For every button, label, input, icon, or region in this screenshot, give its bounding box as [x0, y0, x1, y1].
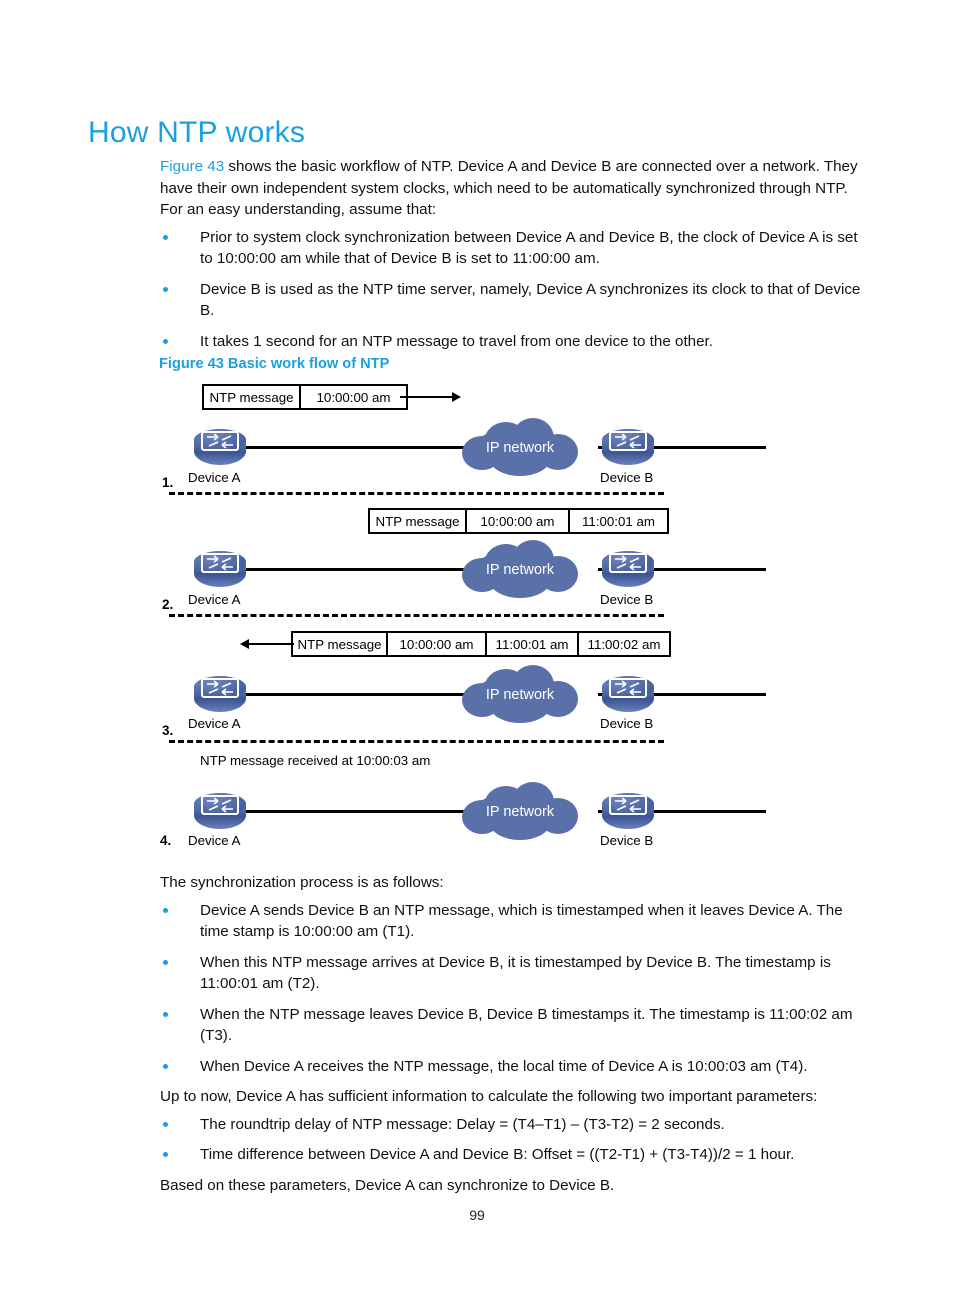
cloud-label: IP network	[485, 562, 555, 578]
conclusion-paragraph: Based on these parameters, Device A can …	[160, 1176, 615, 1194]
figure-43-diagram: NTP message 10:00:00 am Device A IP netw…	[160, 380, 860, 850]
router-icon-device-a	[194, 429, 246, 465]
device-a-label: Device A	[188, 716, 241, 731]
router-icon-device-a	[194, 793, 246, 829]
device-b-label: Device B	[600, 470, 654, 485]
process-list: Device A sends Device B an NTP message, …	[160, 900, 866, 1078]
msgbox-cell: 11:00:02 am	[577, 633, 669, 655]
process-lead-in: The synchronization process is as follow…	[160, 874, 444, 891]
diagram-step-4: NTP message received at 10:00:03 am Devi…	[160, 748, 860, 848]
step-number: 2.	[162, 597, 174, 612]
diagram-step-3: NTP message 10:00:00 am 11:00:01 am 11:0…	[160, 624, 860, 748]
arrow-shaft-right	[400, 396, 455, 398]
ntp-message-box-1: NTP message 10:00:00 am	[202, 384, 408, 410]
list-item: Time difference between Device A and Dev…	[160, 1144, 866, 1166]
ntp-message-box-3: NTP message 10:00:00 am 11:00:01 am 11:0…	[291, 631, 671, 657]
device-a-label: Device A	[188, 592, 241, 607]
figure-caption: Figure 43 Basic work flow of NTP	[159, 356, 390, 372]
list-item: When Device A receives the NTP message, …	[160, 1056, 866, 1078]
arrow-head-right-icon	[452, 392, 461, 402]
panel-divider	[169, 740, 664, 743]
msgbox-cell: 11:00:01 am	[485, 633, 577, 655]
cloud-label: IP network	[485, 804, 555, 820]
panel-divider	[169, 614, 664, 617]
list-item: Device A sends Device B an NTP message, …	[160, 900, 866, 943]
document-page: How NTP works Figure 43 shows the basic …	[0, 0, 954, 1296]
cloud-label: IP network	[485, 440, 555, 456]
process-block: The synchronization process is as follow…	[160, 872, 866, 1198]
cloud-label: IP network	[485, 687, 555, 703]
router-icon-device-a	[194, 551, 246, 587]
page-title: How NTP works	[88, 116, 306, 150]
router-arrows-icon	[201, 795, 239, 815]
msgbox-cell: 11:00:01 am	[568, 510, 667, 532]
router-icon-device-b	[602, 551, 654, 587]
panel-divider	[169, 492, 664, 495]
router-arrows-icon	[609, 678, 647, 698]
figure-43-link[interactable]: Figure 43	[160, 158, 224, 175]
router-arrows-icon	[609, 553, 647, 573]
page-number: 99	[469, 1207, 485, 1223]
msgbox-cell: NTP message	[297, 636, 382, 652]
router-arrows-icon	[609, 795, 647, 815]
device-b-label: Device B	[600, 592, 654, 607]
ntp-message-box-2: NTP message 10:00:00 am 11:00:01 am	[368, 508, 669, 534]
list-item: When this NTP message arrives at Device …	[160, 952, 866, 995]
intro-block: Figure 43 shows the basic workflow of NT…	[160, 156, 866, 361]
router-icon-device-b	[602, 793, 654, 829]
msgbox-cell: NTP message	[375, 513, 460, 529]
parameters-lead-in: Up to now, Device A has sufficient infor…	[160, 1088, 818, 1105]
step-number: 1.	[162, 475, 174, 490]
msgbox-cell: 10:00:00 am	[465, 510, 568, 532]
step-number: 3.	[162, 723, 174, 738]
diagram-step-1: NTP message 10:00:00 am Device A IP netw…	[160, 380, 860, 502]
router-icon-device-b	[602, 429, 654, 465]
msgbox-cell: 10:00:00 am	[299, 386, 406, 408]
router-icon-device-a	[194, 676, 246, 712]
router-arrows-icon	[201, 553, 239, 573]
list-item: Prior to system clock synchronization be…	[160, 227, 866, 270]
diagram-step-2: NTP message 10:00:00 am 11:00:01 am Devi…	[160, 502, 860, 624]
router-arrows-icon	[201, 678, 239, 698]
device-b-label: Device B	[600, 833, 654, 848]
list-item: It takes 1 second for an NTP message to …	[160, 331, 866, 353]
ip-network-cloud-2: IP network	[460, 538, 580, 602]
step-number: 4.	[160, 833, 172, 848]
ip-network-cloud-1: IP network	[460, 416, 580, 480]
parameters-list: The roundtrip delay of NTP message: Dela…	[160, 1114, 866, 1166]
list-item: The roundtrip delay of NTP message: Dela…	[160, 1114, 866, 1136]
router-icon-device-b	[602, 676, 654, 712]
msgbox-cell: 10:00:00 am	[386, 633, 485, 655]
intro-paragraph-text: shows the basic workflow of NTP. Device …	[160, 158, 858, 218]
ip-network-cloud-3: IP network	[460, 663, 580, 727]
router-arrows-icon	[201, 431, 239, 451]
device-b-label: Device B	[600, 716, 654, 731]
device-a-label: Device A	[188, 833, 241, 848]
intro-paragraph: Figure 43 shows the basic workflow of NT…	[160, 156, 866, 221]
received-note: NTP message received at 10:00:03 am	[200, 753, 431, 768]
list-item: Device B is used as the NTP time server,…	[160, 279, 866, 322]
router-arrows-icon	[609, 431, 647, 451]
device-a-label: Device A	[188, 470, 241, 485]
arrow-head-left-icon	[240, 639, 249, 649]
msgbox-cell: NTP message	[209, 389, 294, 405]
list-item: When the NTP message leaves Device B, De…	[160, 1004, 866, 1047]
ip-network-cloud-4: IP network	[460, 780, 580, 844]
assumptions-list: Prior to system clock synchronization be…	[160, 227, 866, 353]
arrow-shaft-left	[249, 643, 294, 645]
